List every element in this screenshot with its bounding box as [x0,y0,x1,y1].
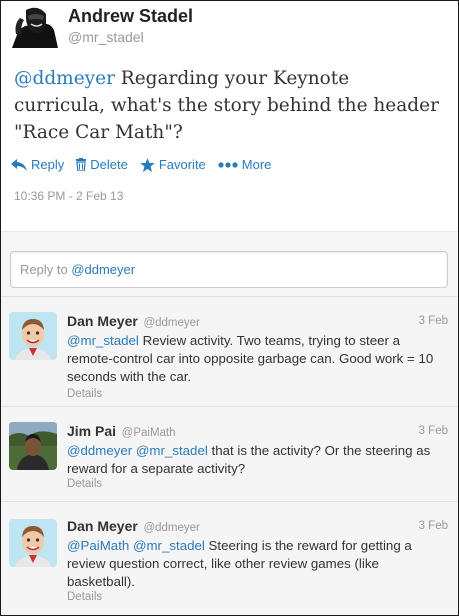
reply-prefix: Reply to [20,262,72,277]
reply-details-link[interactable]: Details [67,388,102,400]
reply-mention: @ddmeyer [71,262,136,277]
reply-mentions[interactable]: @mr_stadel [67,333,139,348]
star-icon [140,157,155,172]
reply-author-name[interactable]: Dan Meyer [67,313,138,329]
main-tweet: Andrew Stadel @mr_stadel @ddmeyer Regard… [1,1,458,231]
reply-text: @mr_stadel Review activity. Two teams, t… [67,332,449,386]
reply-author-name[interactable]: Dan Meyer [67,518,138,534]
reply-details-link[interactable]: Details [67,478,102,490]
reply-author-handle[interactable]: @PaiMath [122,427,176,439]
more-label: More [241,157,272,172]
reply-action[interactable]: Reply [11,157,64,172]
reply-mentions[interactable]: @ddmeyer @mr_stadel [67,443,208,458]
reply-icon [11,158,27,171]
reply-text: @ddmeyer @mr_stadel that is the activity… [67,442,449,478]
more-dots-icon [218,161,238,168]
reply-avatar[interactable] [9,422,57,470]
reply-header: Jim Pai @PaiMath [67,423,176,439]
reply-avatar[interactable] [9,519,57,567]
trash-icon [76,158,87,171]
tweet-text: @ddmeyer Regarding your Keynote curricul… [14,65,444,146]
tweet-timestamp[interactable]: 10:36 PM - 2 Feb 13 [14,189,123,203]
author-avatar[interactable] [10,4,58,48]
reply-header: Dan Meyer @ddmeyer [67,313,200,329]
tweet-actions: Reply Delete Favorite More [11,157,283,172]
reply-author-handle[interactable]: @ddmeyer [143,317,199,329]
tweet-detail-panel: Andrew Stadel @mr_stadel @ddmeyer Regard… [0,0,459,616]
replies-list: Dan Meyer @ddmeyer 3 Feb @mr_stadel Revi… [1,297,458,615]
reply-date[interactable]: 3 Feb [419,520,448,532]
reply-item[interactable]: Dan Meyer @ddmeyer 3 Feb @mr_stadel Revi… [1,297,458,407]
reply-mentions[interactable]: @PaiMath @mr_stadel [67,538,205,553]
favorite-action[interactable]: Favorite [140,157,206,172]
favorite-label: Favorite [158,157,206,172]
reply-input[interactable]: Reply to @ddmeyer [10,251,448,288]
reply-avatar[interactable] [9,312,57,360]
delete-action[interactable]: Delete [76,157,128,172]
reply-author-name[interactable]: Jim Pai [67,423,116,439]
reply-date[interactable]: 3 Feb [419,315,448,327]
reply-item[interactable]: Jim Pai @PaiMath 3 Feb @ddmeyer @mr_stad… [1,407,458,502]
reply-author-handle[interactable]: @ddmeyer [143,522,199,534]
reply-text: @PaiMath @mr_stadel Steering is the rewa… [67,537,449,591]
delete-label: Delete [90,157,128,172]
author-handle[interactable]: @mr_stadel [68,29,144,45]
reply-area: Reply to @ddmeyer [1,231,458,297]
author-name[interactable]: Andrew Stadel [68,6,193,27]
tweet-mention-link[interactable]: @ddmeyer [14,68,115,89]
reply-details-link[interactable]: Details [67,591,102,603]
reply-item[interactable]: Dan Meyer @ddmeyer 3 Feb @PaiMath @mr_st… [1,502,458,615]
reply-date[interactable]: 3 Feb [419,425,448,437]
reply-label: Reply [31,157,65,172]
reply-header: Dan Meyer @ddmeyer [67,518,200,534]
more-action[interactable]: More [218,157,272,172]
